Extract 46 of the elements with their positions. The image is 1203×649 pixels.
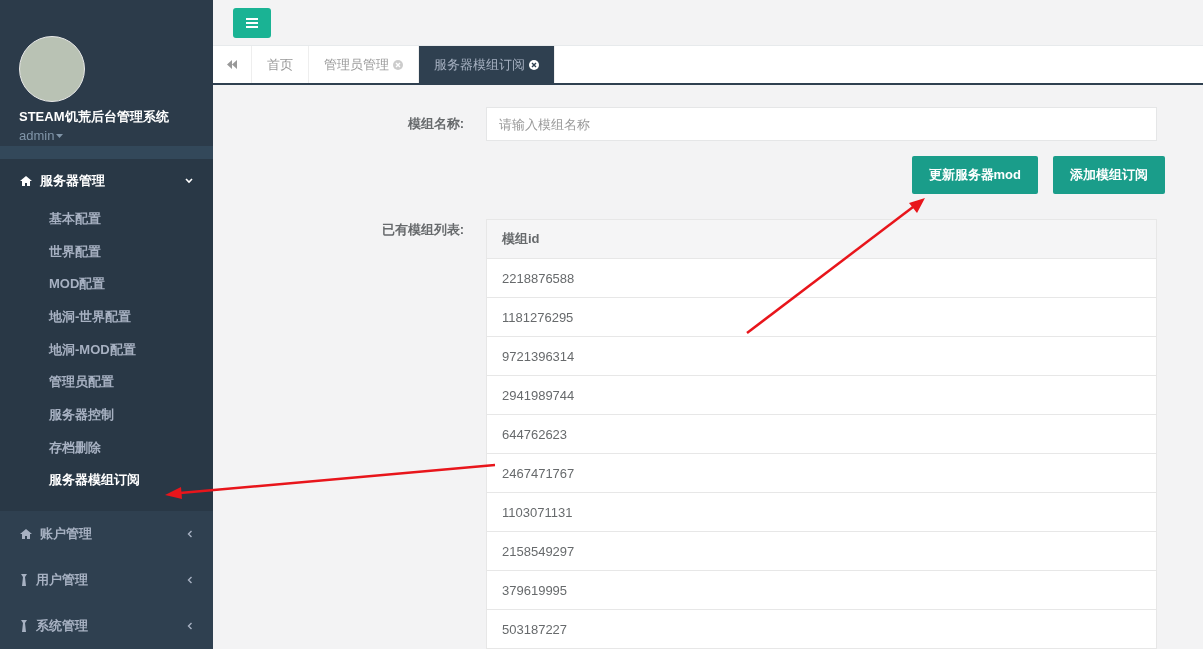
table-cell: 9721396314 xyxy=(486,336,1157,376)
app-title: STEAM饥荒后台管理系统 xyxy=(19,108,170,126)
menu-item[interactable]: 服务器模组订阅 xyxy=(0,464,213,497)
menu-button[interactable] xyxy=(233,7,271,38)
action-button[interactable]: 更新服务器mod xyxy=(911,156,1038,194)
menu-item[interactable]: 服务器控制 xyxy=(0,398,213,432)
chevron-left-icon xyxy=(187,530,193,538)
table-cell: 2158549297 xyxy=(486,531,1157,571)
tab[interactable]: 首页 xyxy=(252,46,309,83)
tie-icon xyxy=(20,620,28,632)
caret-icon xyxy=(56,133,64,138)
menu-item[interactable]: 地洞-MOD配置 xyxy=(0,333,213,367)
home-icon xyxy=(20,175,32,186)
menu-item[interactable]: 地洞-世界配置 xyxy=(0,300,213,334)
menu-group[interactable]: 系统管理 xyxy=(0,603,213,649)
table-cell: 1103071131 xyxy=(486,492,1157,532)
menu-group[interactable]: 用户管理 xyxy=(0,557,213,603)
tie-icon xyxy=(20,574,28,586)
menu-item[interactable]: 世界配置 xyxy=(0,235,213,269)
menu-item[interactable]: 管理员配置 xyxy=(0,366,213,399)
chevron-down-icon xyxy=(185,177,193,184)
action-button[interactable]: 添加模组订阅 xyxy=(1053,156,1165,194)
table-cell: 379619995 xyxy=(486,570,1157,610)
field-label: 已有模组列表: xyxy=(380,221,465,239)
table-cell: 2941989744 xyxy=(486,375,1157,415)
menu-item[interactable]: 存档删除 xyxy=(0,431,213,465)
column-header: 模组id xyxy=(486,219,1157,259)
chevron-left-icon xyxy=(187,576,193,584)
table-cell: 644762623 xyxy=(486,414,1157,454)
menu-item[interactable]: MOD配置 xyxy=(0,268,213,301)
table-cell: 1181276295 xyxy=(486,297,1157,337)
double-arrow-left-icon xyxy=(227,60,237,70)
tab[interactable]: 服务器模组订阅 xyxy=(419,46,555,83)
table-cell: 503187227 xyxy=(486,609,1157,649)
menu-icon xyxy=(246,17,258,28)
mod-name-input[interactable]: 请输入模组名称 xyxy=(486,107,1157,141)
close-icon[interactable] xyxy=(529,59,539,70)
table-cell: 2218876588 xyxy=(486,258,1157,298)
menu-group[interactable]: 服务器管理 xyxy=(0,158,213,203)
menu-item[interactable]: 基本配置 xyxy=(0,202,213,236)
chevron-left-icon xyxy=(187,622,193,630)
user-menu[interactable]: admin xyxy=(19,128,64,143)
field-label: 模组名称: xyxy=(406,115,465,133)
menu-group[interactable]: 账户管理 xyxy=(0,511,213,557)
table-cell: 2467471767 xyxy=(486,453,1157,493)
home-icon xyxy=(20,529,32,539)
